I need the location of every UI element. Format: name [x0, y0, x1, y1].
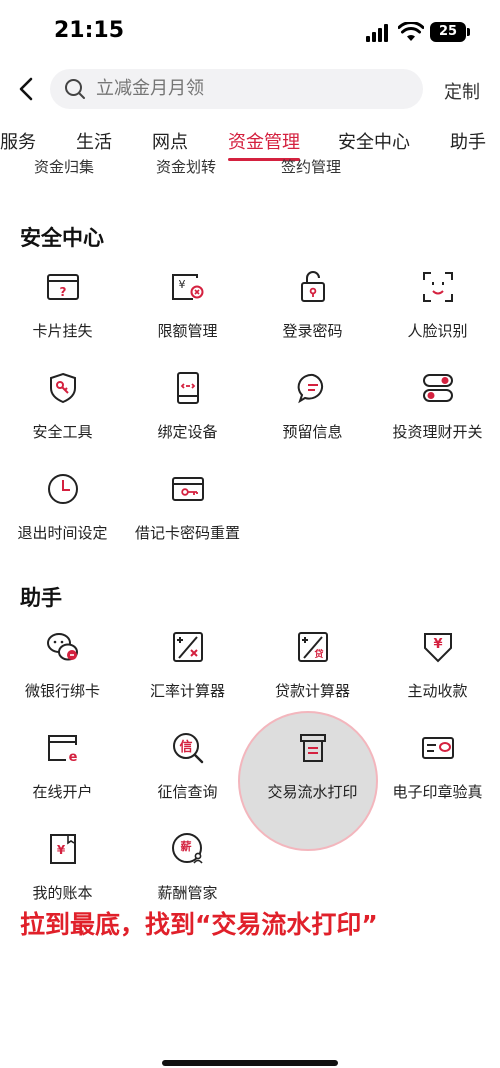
item-label: 薪酬管家	[157, 884, 218, 902]
tab-fund-management[interactable]: 资金管理	[228, 128, 300, 154]
exchange-calculator-icon	[173, 632, 203, 662]
item-label: 人脸识别	[407, 322, 468, 340]
item-logout-time[interactable]: 退出时间设定	[0, 472, 125, 562]
item-debit-password-reset[interactable]: 借记卡密码重置	[125, 472, 250, 562]
home-indicator[interactable]	[162, 1060, 338, 1066]
item-label: 微银行绑卡	[24, 682, 100, 700]
tab-assistant[interactable]: 助手	[450, 128, 486, 154]
item-label: 电子印章验真	[392, 783, 483, 801]
search-bar[interactable]	[50, 69, 423, 109]
svg-text:¥: ¥	[57, 843, 66, 857]
search-icon	[65, 79, 85, 99]
item-label: 限额管理	[157, 322, 218, 340]
receive-money-icon: ¥	[424, 633, 452, 663]
item-receive-money[interactable]: ¥ 主动收款	[375, 630, 500, 720]
toggle-switch-icon	[423, 374, 453, 402]
shield-icon	[50, 372, 76, 404]
item-label: 交易流水打印	[267, 783, 358, 801]
search-input[interactable]	[96, 69, 396, 109]
ledger-icon: ¥	[50, 834, 76, 864]
item-wechat-bind-card[interactable]: 微银行绑卡	[0, 630, 125, 720]
svg-text:贷: 贷	[314, 648, 323, 660]
customize-button[interactable]: 定制	[444, 78, 480, 104]
section-title-security: 安全中心	[20, 226, 104, 250]
tab-services[interactable]: 服务	[0, 128, 36, 154]
item-label: 退出时间设定	[17, 524, 108, 542]
item-limit-management[interactable]: ¥ 限额管理	[125, 270, 250, 360]
printer-icon	[300, 734, 326, 762]
item-label: 安全工具	[32, 423, 93, 441]
chat-bubble-icon	[297, 373, 324, 404]
item-label: 我的账本	[32, 884, 93, 902]
card-question-icon: ?	[47, 274, 79, 300]
item-login-password[interactable]: 登录密码	[250, 270, 375, 360]
item-security-tools[interactable]: 安全工具	[0, 371, 125, 461]
item-label: 预留信息	[282, 423, 343, 441]
battery-indicator: 25	[430, 22, 466, 42]
card-key-icon	[172, 477, 204, 501]
tab-security-center[interactable]: 安全中心	[338, 128, 410, 154]
item-label: 征信查询	[157, 783, 218, 801]
svg-text:¥: ¥	[179, 278, 186, 291]
item-credit-query[interactable]: 信 征信查询	[125, 731, 250, 821]
svg-text:¥: ¥	[433, 637, 442, 652]
battery-tip	[467, 28, 470, 36]
item-exchange-calculator[interactable]: 汇率计算器	[125, 630, 250, 720]
item-e-seal-verify[interactable]: 电子印章验真	[375, 731, 500, 821]
item-card-loss[interactable]: ? 卡片挂失	[0, 270, 125, 360]
item-loan-calculator[interactable]: 贷 贷款计算器	[250, 630, 375, 720]
item-transaction-print[interactable]: 交易流水打印	[250, 731, 375, 821]
wechat-link-icon	[47, 633, 78, 661]
item-face-recognition[interactable]: 人脸识别	[375, 270, 500, 360]
seal-verify-icon	[422, 737, 454, 759]
svg-text:e: e	[69, 750, 78, 765]
wifi-icon	[398, 22, 424, 41]
status-bar: 21:15 25	[0, 0, 500, 64]
item-label: 贷款计算器	[274, 682, 350, 700]
item-label: 卡片挂失	[32, 322, 93, 340]
item-label: 登录密码	[282, 322, 343, 340]
tab-life[interactable]: 生活	[76, 128, 112, 154]
phone-device-icon	[177, 372, 199, 404]
clock-icon	[48, 474, 78, 504]
signal-icon	[366, 24, 392, 42]
item-open-account[interactable]: e 在线开户	[0, 731, 125, 821]
tab-branches[interactable]: 网点	[152, 128, 188, 154]
item-reserved-info[interactable]: 预留信息	[250, 371, 375, 461]
partial-item-label[interactable]: 资金划转	[156, 158, 216, 177]
item-label: 主动收款	[407, 682, 468, 700]
salary-icon: 薪	[172, 833, 203, 864]
partial-item-label[interactable]: 资金归集	[34, 158, 94, 177]
item-label: 绑定设备	[157, 423, 218, 441]
credit-query-icon: 信	[173, 733, 204, 764]
item-label: 借记卡密码重置	[134, 524, 240, 542]
item-bind-device[interactable]: 绑定设备	[125, 371, 250, 461]
svg-text:薪: 薪	[181, 839, 192, 853]
item-label: 在线开户	[32, 783, 93, 801]
partial-fund-row: 资金归集 资金划转 签约管理	[0, 158, 500, 180]
face-scan-icon	[423, 272, 453, 302]
item-label: 汇率计算器	[149, 682, 225, 700]
limit-card-icon: ¥	[172, 274, 204, 300]
status-time: 21:15	[54, 18, 125, 43]
svg-text:?: ?	[60, 285, 67, 299]
svg-text:信: 信	[179, 739, 192, 755]
loan-calculator-icon: 贷	[298, 632, 328, 662]
item-label: 投资理财开关	[392, 423, 483, 441]
instruction-annotation: 拉到最底，找到“交易流水打印”	[20, 910, 378, 939]
lock-icon	[301, 271, 325, 302]
category-tabs: 服务 生活 网点 资金管理 安全中心 助手	[0, 126, 500, 161]
open-account-icon: e	[48, 735, 78, 765]
back-arrow-icon[interactable]	[14, 74, 38, 104]
section-title-assistant: 助手	[20, 586, 62, 610]
item-investment-switch[interactable]: 投资理财开关	[375, 371, 500, 461]
partial-item-label[interactable]: 签约管理	[281, 158, 341, 177]
